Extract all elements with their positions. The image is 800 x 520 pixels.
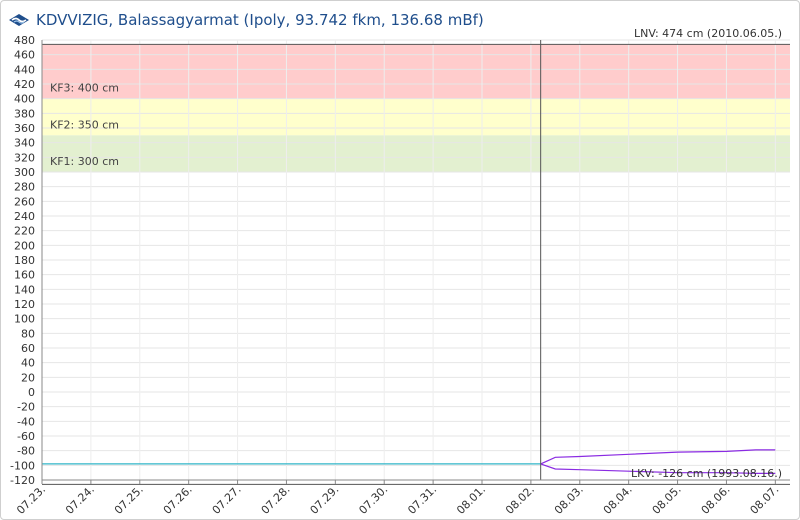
x-tick-label: 07.24. <box>63 483 97 517</box>
y-tick-label: -20 <box>17 401 35 414</box>
x-tick-label: 07.31. <box>405 483 439 517</box>
y-tick-label: 420 <box>14 78 35 91</box>
y-tick-label: 360 <box>14 122 35 135</box>
x-tick-label: 08.04. <box>601 483 635 517</box>
y-tick-label: 140 <box>14 283 35 296</box>
x-tick-label: 07.30. <box>356 483 390 517</box>
x-tick-label: 07.28. <box>259 483 293 517</box>
x-axis-ticks: 07.23. 07.24. 07.25. 07.26. 07.27. 07.28. 07.2… <box>14 480 781 517</box>
y-tick-label: 160 <box>14 269 35 282</box>
y-tick-label: 120 <box>14 298 35 311</box>
x-tick-label: 07.25. <box>112 483 146 517</box>
y-tick-label: -40 <box>17 415 35 428</box>
x-tick-label: 08.02. <box>503 483 537 517</box>
x-tick-label: 08.05. <box>650 483 684 517</box>
y-tick-label: 240 <box>14 210 35 223</box>
y-tick-label: 440 <box>14 63 35 76</box>
y-tick-label: 460 <box>14 49 35 62</box>
series-line-2 <box>540 449 776 465</box>
y-tick-label: 0 <box>28 386 35 399</box>
y-tick-label: 400 <box>14 93 35 106</box>
x-tick-label: 08.01. <box>454 483 488 517</box>
y-tick-label: 80 <box>21 327 35 340</box>
y-tick-label: 180 <box>14 254 35 267</box>
y-axis-ticks: 4804604404204003803603403203002802602402… <box>10 34 35 487</box>
water-level-chart: 4804604404204003803603403203002802602402… <box>10 27 790 517</box>
x-tick-label: 08.07. <box>748 483 782 517</box>
zone-label-3: KF1: 300 cm <box>50 155 119 168</box>
y-tick-label: 300 <box>14 166 35 179</box>
zone-label-1: KF3: 400 cm <box>50 82 119 95</box>
x-tick-label: 07.26. <box>161 483 195 517</box>
x-tick-label: 07.29. <box>308 483 342 517</box>
zone-label-2: KF2: 350 cm <box>50 118 119 131</box>
reference-label-1: LNV: 474 cm (2010.06.05.) <box>634 27 782 40</box>
y-tick-label: -100 <box>10 459 35 472</box>
y-tick-label: 100 <box>14 313 35 326</box>
x-tick-label: 08.06. <box>699 483 733 517</box>
y-tick-label: 380 <box>14 107 35 120</box>
y-tick-label: 60 <box>21 342 35 355</box>
y-tick-label: 280 <box>14 181 35 194</box>
x-tick-label: 08.03. <box>552 483 586 517</box>
y-tick-label: 40 <box>21 357 35 370</box>
y-tick-label: 480 <box>14 34 35 47</box>
x-tick-label: 07.23. <box>14 483 48 517</box>
x-tick-label: 07.27. <box>210 483 244 517</box>
y-tick-label: 340 <box>14 137 35 150</box>
y-tick-label: -120 <box>10 474 35 487</box>
y-tick-label: 220 <box>14 225 35 238</box>
y-tick-label: 200 <box>14 239 35 252</box>
y-tick-label: 320 <box>14 151 35 164</box>
y-tick-label: 20 <box>21 371 35 384</box>
reference-label-2: LKV: -126 cm (1993.08.16.) <box>631 467 782 480</box>
y-tick-label: -60 <box>17 430 35 443</box>
y-tick-label: -80 <box>17 445 35 458</box>
y-tick-label: 260 <box>14 195 35 208</box>
